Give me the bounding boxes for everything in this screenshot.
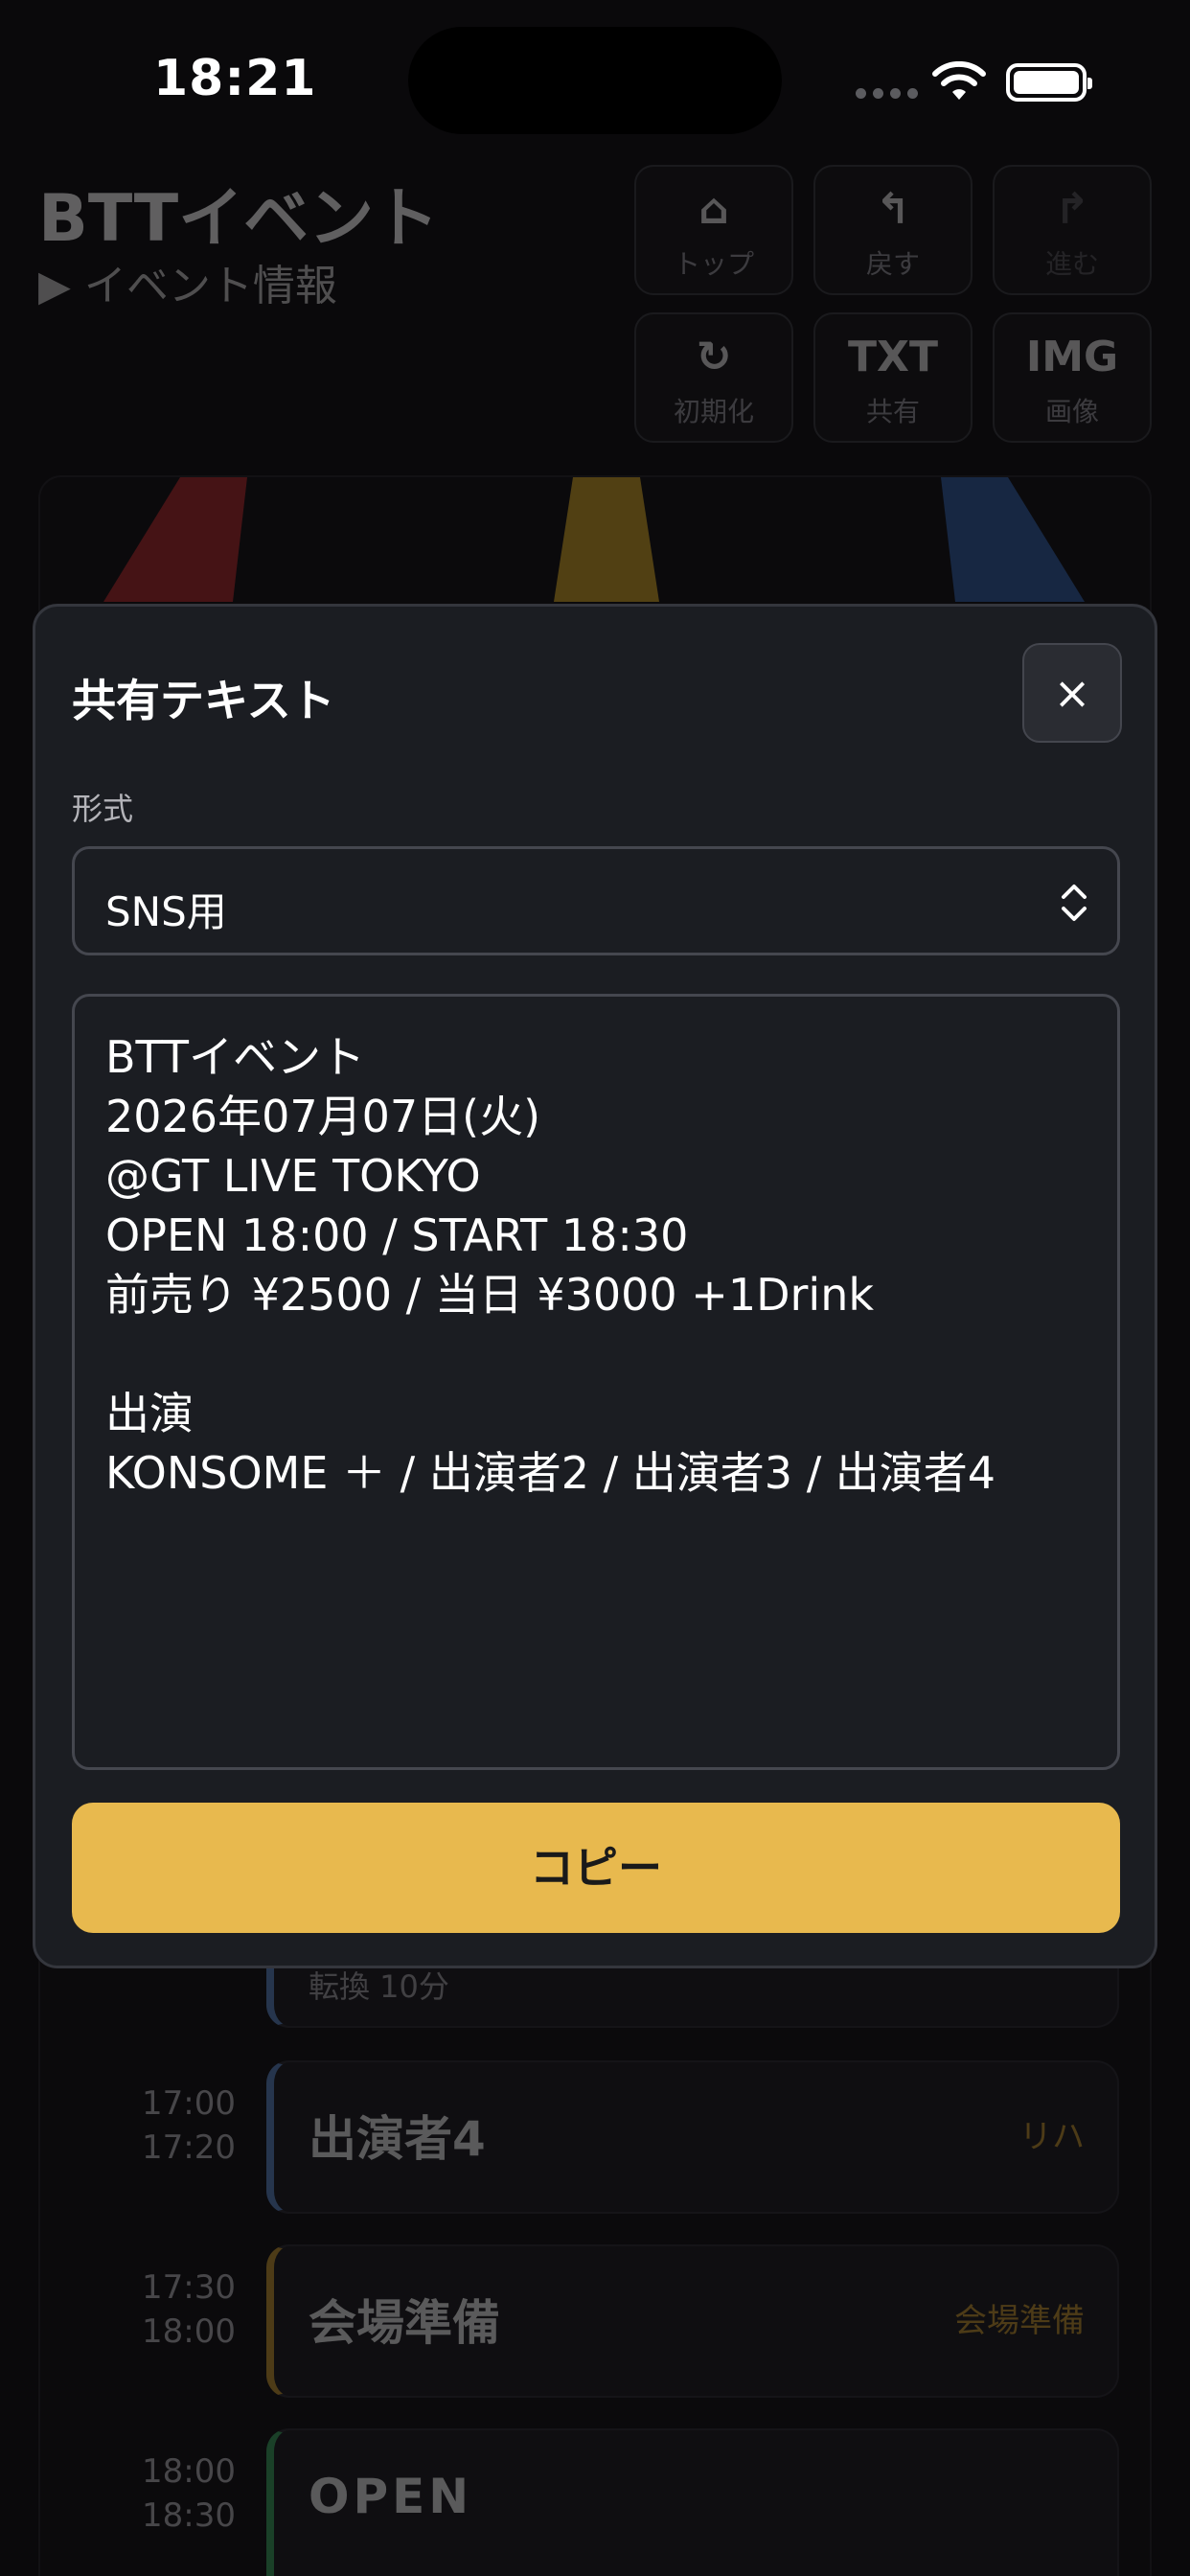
undo-button[interactable]: ↰ 戻す [813,165,973,295]
stage-light-red [103,477,247,602]
timeline-card[interactable]: 会場準備 会場準備 [266,2244,1119,2398]
img-icon: IMG [1025,333,1119,381]
share-text-button[interactable]: TXT 共有 [813,312,973,443]
text-line: BTTイベント [105,1031,365,1083]
reset-button[interactable]: ↻ 初期化 [634,312,793,443]
reset-icon: ↻ [696,333,732,381]
stage-light-blue [941,477,1085,602]
redo-button-label: 進む [1044,248,1099,280]
timeline-time: 17:00 17:20 [25,2082,236,2170]
text-line: OPEN 18:00 / START 18:30 [105,1209,689,1261]
stage-light-yellow [554,477,659,602]
timeline-card[interactable]: 出演者4 リハ [266,2060,1119,2214]
undo-button-label: 戻す [865,248,920,280]
copy-button[interactable]: コピー [72,1803,1120,1933]
timeline-card-title: OPEN [309,2469,473,2524]
timeline-card[interactable]: OPEN [266,2428,1119,2576]
format-label: 形式 [72,791,134,827]
chevron-up-down-icon [1062,885,1087,921]
text-line [105,1324,1087,1384]
reset-button-label: 初期化 [673,396,754,427]
image-button[interactable]: IMG 画像 [993,312,1152,443]
redo-icon: ↱ [1054,185,1090,234]
share-text-area[interactable]: BTTイベント 2026年07月07日(火) @GT LIVE TOKYO OP… [72,994,1120,1770]
timeline-card-tag: 会場準備 [954,2302,1085,2340]
end-time: 18:30 [142,2496,236,2535]
modal-title: 共有テキスト [72,675,335,726]
timeline-time: 17:30 18:00 [25,2266,236,2354]
home-icon: ⌂ [698,185,729,234]
text-line: 出演 [105,1388,194,1439]
text-line: 2026年07月07日(火) [105,1091,541,1142]
share-text-modal: 共有テキスト × 形式 SNS用 BTTイベント 2026年07月07日(火) … [33,604,1157,1968]
start-time: 17:00 [142,2084,236,2123]
txt-icon: TXT [848,333,938,381]
timeline-time: 18:00 18:30 [25,2450,236,2538]
redo-button[interactable]: ↱ 進む [993,165,1152,295]
image-button-label: 画像 [1044,396,1099,427]
undo-icon: ↰ [875,185,911,234]
page-subtitle: ▶ イベント情報 [38,262,337,310]
close-button[interactable]: × [1022,643,1122,743]
top-button[interactable]: ⌂ トップ [634,165,793,295]
timeline-card-title: 会場準備 [309,2295,500,2351]
timeline-card-tag: リハ [1019,2118,1085,2156]
format-select-value: SNS用 [105,888,227,935]
text-line: KONSOME ＋ / 出演者2 / 出演者3 / 出演者4 [105,1447,996,1499]
page-title: BTTイベント [38,181,440,257]
timeline-card-subtitle: 転換 10分 [309,1968,449,2005]
end-time: 17:20 [142,2128,236,2167]
format-select[interactable]: SNS用 [72,846,1120,955]
timeline-card-title: 出演者4 [309,2111,486,2167]
top-button-label: トップ [673,248,754,280]
text-line: 前売り ¥2500 / 当日 ¥3000 +1Drink [105,1269,874,1321]
start-time: 17:30 [142,2268,236,2307]
end-time: 18:00 [142,2312,236,2351]
share-text-button-label: 共有 [865,396,920,427]
text-line: @GT LIVE TOKYO [105,1150,481,1202]
start-time: 18:00 [142,2452,236,2491]
